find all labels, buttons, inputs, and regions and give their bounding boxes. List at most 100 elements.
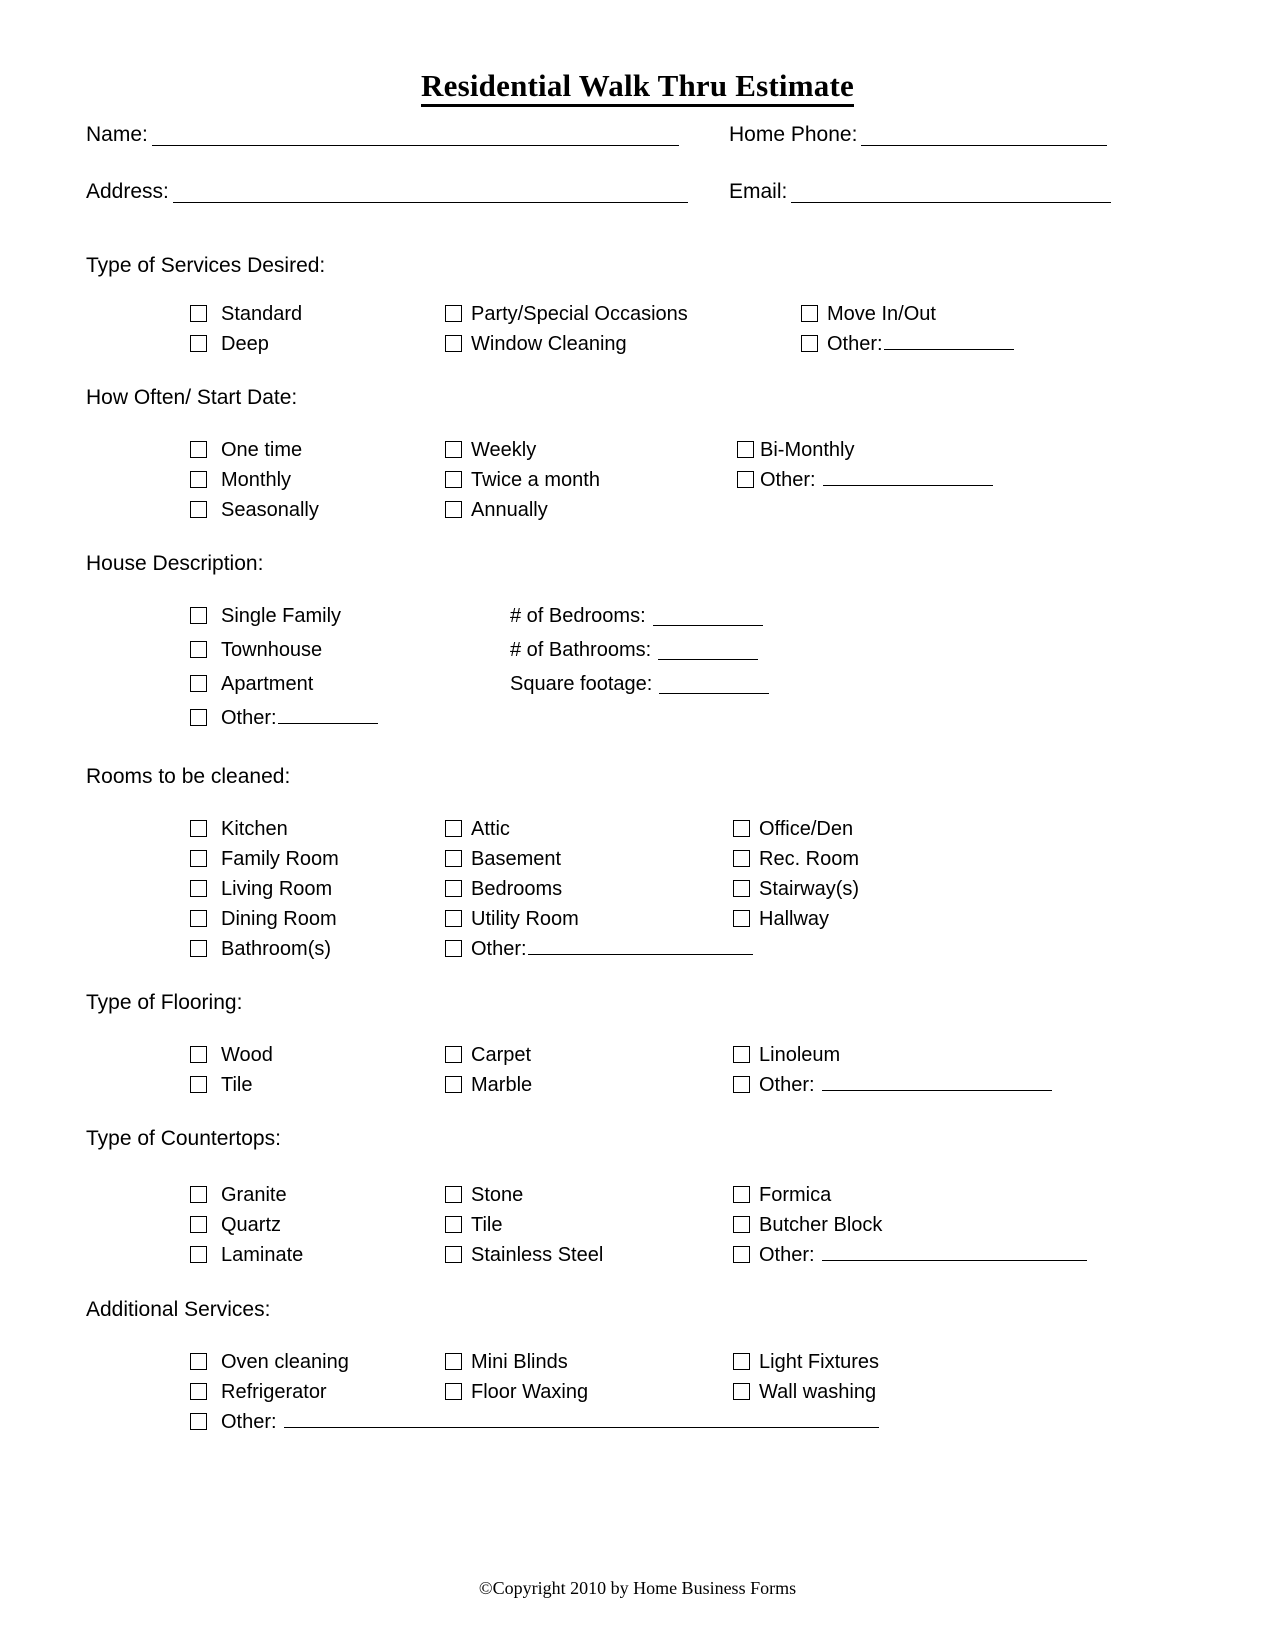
checkbox-rec-room[interactable]: Rec. Room — [733, 849, 859, 869]
checkbox-box-icon[interactable] — [801, 335, 818, 352]
checkbox-box-icon[interactable] — [190, 1186, 207, 1203]
square-footage-input[interactable] — [659, 678, 770, 694]
checkbox-box-icon[interactable] — [733, 1383, 750, 1400]
checkbox-floor-waxing[interactable]: Floor Waxing — [445, 1382, 588, 1402]
checkbox-one-time[interactable]: One time — [190, 440, 302, 460]
checkbox-wall-washing[interactable]: Wall washing — [733, 1382, 876, 1402]
checkbox-box-icon[interactable] — [733, 1076, 750, 1093]
checkbox-linoleum[interactable]: Linoleum — [733, 1045, 840, 1065]
checkbox-box-icon[interactable] — [733, 1246, 750, 1263]
checkbox-box-icon[interactable] — [190, 641, 207, 658]
frequency-other-input[interactable] — [822, 470, 993, 486]
checkbox-box-icon[interactable] — [445, 1353, 462, 1370]
checkbox-box-icon[interactable] — [733, 910, 750, 927]
checkbox-box-icon[interactable] — [445, 1216, 462, 1233]
address-field[interactable]: Address: — [86, 180, 688, 203]
checkbox-box-icon[interactable] — [190, 1046, 207, 1063]
checkbox-box-icon[interactable] — [190, 1216, 207, 1233]
checkbox-box-icon[interactable] — [190, 675, 207, 692]
bedrooms-field[interactable]: # of Bedrooms: — [510, 606, 763, 626]
checkbox-utility-room[interactable]: Utility Room — [445, 909, 579, 929]
bathrooms-input[interactable] — [658, 644, 759, 660]
checkbox-stairways[interactable]: Stairway(s) — [733, 879, 859, 899]
checkbox-window-cleaning[interactable]: Window Cleaning — [445, 334, 627, 354]
checkbox-box-icon[interactable] — [445, 1076, 462, 1093]
checkbox-standard[interactable]: Standard — [190, 304, 302, 324]
checkbox-services-other[interactable]: Other: — [801, 334, 1014, 354]
checkbox-kitchen[interactable]: Kitchen — [190, 819, 288, 839]
email-input[interactable] — [791, 185, 1112, 203]
checkbox-box-icon[interactable] — [445, 1186, 462, 1203]
checkbox-box-icon[interactable] — [737, 471, 754, 488]
checkbox-box-icon[interactable] — [190, 880, 207, 897]
checkbox-box-icon[interactable] — [190, 607, 207, 624]
checkbox-mini-blinds[interactable]: Mini Blinds — [445, 1352, 568, 1372]
checkbox-box-icon[interactable] — [445, 1246, 462, 1263]
checkbox-move-in-out[interactable]: Move In/Out — [801, 304, 936, 324]
checkbox-box-icon[interactable] — [190, 501, 207, 518]
checkbox-box-icon[interactable] — [190, 471, 207, 488]
checkbox-box-icon[interactable] — [190, 1353, 207, 1370]
checkbox-butcher-block[interactable]: Butcher Block — [733, 1215, 882, 1235]
checkbox-deep[interactable]: Deep — [190, 334, 269, 354]
checkbox-box-icon[interactable] — [190, 850, 207, 867]
house-other-input[interactable] — [277, 708, 378, 724]
additional-other-input[interactable] — [283, 1412, 879, 1428]
checkbox-stone[interactable]: Stone — [445, 1185, 523, 1205]
checkbox-party-special-occasions[interactable]: Party/Special Occasions — [445, 304, 688, 324]
checkbox-box-icon[interactable] — [445, 910, 462, 927]
checkbox-dining-room[interactable]: Dining Room — [190, 909, 337, 929]
checkbox-box-icon[interactable] — [445, 335, 462, 352]
checkbox-office-den[interactable]: Office/Den — [733, 819, 853, 839]
checkbox-box-icon[interactable] — [445, 1046, 462, 1063]
services-other-input[interactable] — [883, 334, 1014, 350]
checkbox-box-icon[interactable] — [190, 305, 207, 322]
checkbox-granite[interactable]: Granite — [190, 1185, 287, 1205]
checkbox-box-icon[interactable] — [190, 1413, 207, 1430]
checkbox-box-icon[interactable] — [733, 1216, 750, 1233]
checkbox-seasonally[interactable]: Seasonally — [190, 500, 319, 520]
email-field[interactable]: Email: — [729, 180, 1112, 203]
checkbox-rooms-other[interactable]: Other: — [445, 939, 753, 959]
checkbox-laminate[interactable]: Laminate — [190, 1245, 303, 1265]
checkbox-box-icon[interactable] — [445, 441, 462, 458]
checkbox-bathrooms[interactable]: Bathroom(s) — [190, 939, 331, 959]
checkbox-attic[interactable]: Attic — [445, 819, 510, 839]
checkbox-box-icon[interactable] — [445, 880, 462, 897]
checkbox-tile-countertop[interactable]: Tile — [445, 1215, 502, 1235]
checkbox-living-room[interactable]: Living Room — [190, 879, 332, 899]
checkbox-box-icon[interactable] — [733, 850, 750, 867]
checkbox-tile-flooring[interactable]: Tile — [190, 1075, 252, 1095]
checkbox-box-icon[interactable] — [737, 441, 754, 458]
checkbox-monthly[interactable]: Monthly — [190, 470, 291, 490]
checkbox-box-icon[interactable] — [445, 305, 462, 322]
bathrooms-field[interactable]: # of Bathrooms: — [510, 640, 759, 660]
checkbox-box-icon[interactable] — [445, 850, 462, 867]
checkbox-box-icon[interactable] — [801, 305, 818, 322]
flooring-other-input[interactable] — [821, 1075, 1052, 1091]
checkbox-box-icon[interactable] — [445, 501, 462, 518]
checkbox-box-icon[interactable] — [733, 1353, 750, 1370]
checkbox-family-room[interactable]: Family Room — [190, 849, 339, 869]
checkbox-flooring-other[interactable]: Other: — [733, 1075, 1052, 1095]
checkbox-oven-cleaning[interactable]: Oven cleaning — [190, 1352, 349, 1372]
checkbox-box-icon[interactable] — [445, 820, 462, 837]
checkbox-box-icon[interactable] — [733, 1046, 750, 1063]
rooms-other-input[interactable] — [527, 939, 753, 955]
checkbox-box-icon[interactable] — [733, 820, 750, 837]
checkbox-box-icon[interactable] — [190, 1383, 207, 1400]
checkbox-bedrooms[interactable]: Bedrooms — [445, 879, 562, 899]
checkbox-box-icon[interactable] — [733, 880, 750, 897]
home-phone-input[interactable] — [861, 128, 1108, 146]
checkbox-box-icon[interactable] — [445, 1383, 462, 1400]
name-input[interactable] — [151, 128, 679, 146]
checkbox-box-icon[interactable] — [190, 820, 207, 837]
checkbox-wood[interactable]: Wood — [190, 1045, 273, 1065]
checkbox-box-icon[interactable] — [190, 910, 207, 927]
checkbox-box-icon[interactable] — [190, 940, 207, 957]
checkbox-quartz[interactable]: Quartz — [190, 1215, 281, 1235]
checkbox-twice-a-month[interactable]: Twice a month — [445, 470, 600, 490]
checkbox-additional-other[interactable]: Other: — [190, 1412, 879, 1432]
checkbox-bi-monthly[interactable]: Bi-Monthly — [737, 440, 854, 460]
bedrooms-input[interactable] — [652, 610, 763, 626]
